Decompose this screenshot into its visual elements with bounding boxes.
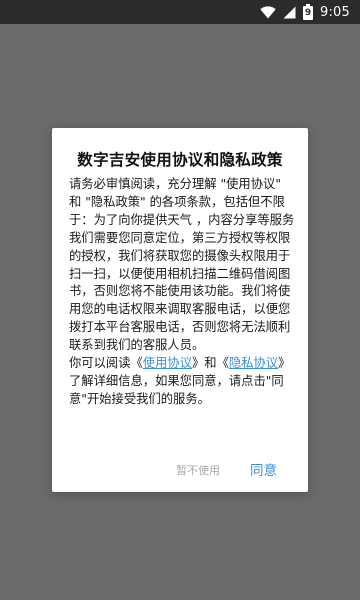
status-bar: 9 9:05	[0, 0, 360, 24]
battery-icon: 9	[303, 4, 313, 20]
dialog-body-prefix: 你可以阅读《	[69, 356, 143, 371]
dialog-body-between: 》和《	[192, 356, 229, 371]
agree-button[interactable]: 同意	[250, 459, 277, 479]
dialog-title: 数字吉安使用协议和隐私政策	[77, 151, 283, 169]
terms-link[interactable]: 使用协议	[143, 356, 192, 370]
dialog-body-intro: 请务必审慎阅读，充分理解 "使用协议" 和 "隐私政策" 的各项条款，包括但不限…	[69, 177, 295, 353]
privacy-link[interactable]: 隐私协议	[229, 356, 278, 370]
status-time: 9:05	[320, 4, 350, 20]
battery-level: 9	[304, 7, 312, 18]
wifi-icon	[260, 5, 276, 19]
privacy-dialog: 数字吉安使用协议和隐私政策 请务必审慎阅读，充分理解 "使用协议" 和 "隐私政…	[52, 128, 308, 492]
dialog-body: 请务必审慎阅读，充分理解 "使用协议" 和 "隐私政策" 的各项条款，包括但不限…	[69, 176, 295, 409]
decline-button[interactable]: 暂不使用	[176, 462, 220, 478]
cellular-signal-icon	[283, 6, 296, 19]
